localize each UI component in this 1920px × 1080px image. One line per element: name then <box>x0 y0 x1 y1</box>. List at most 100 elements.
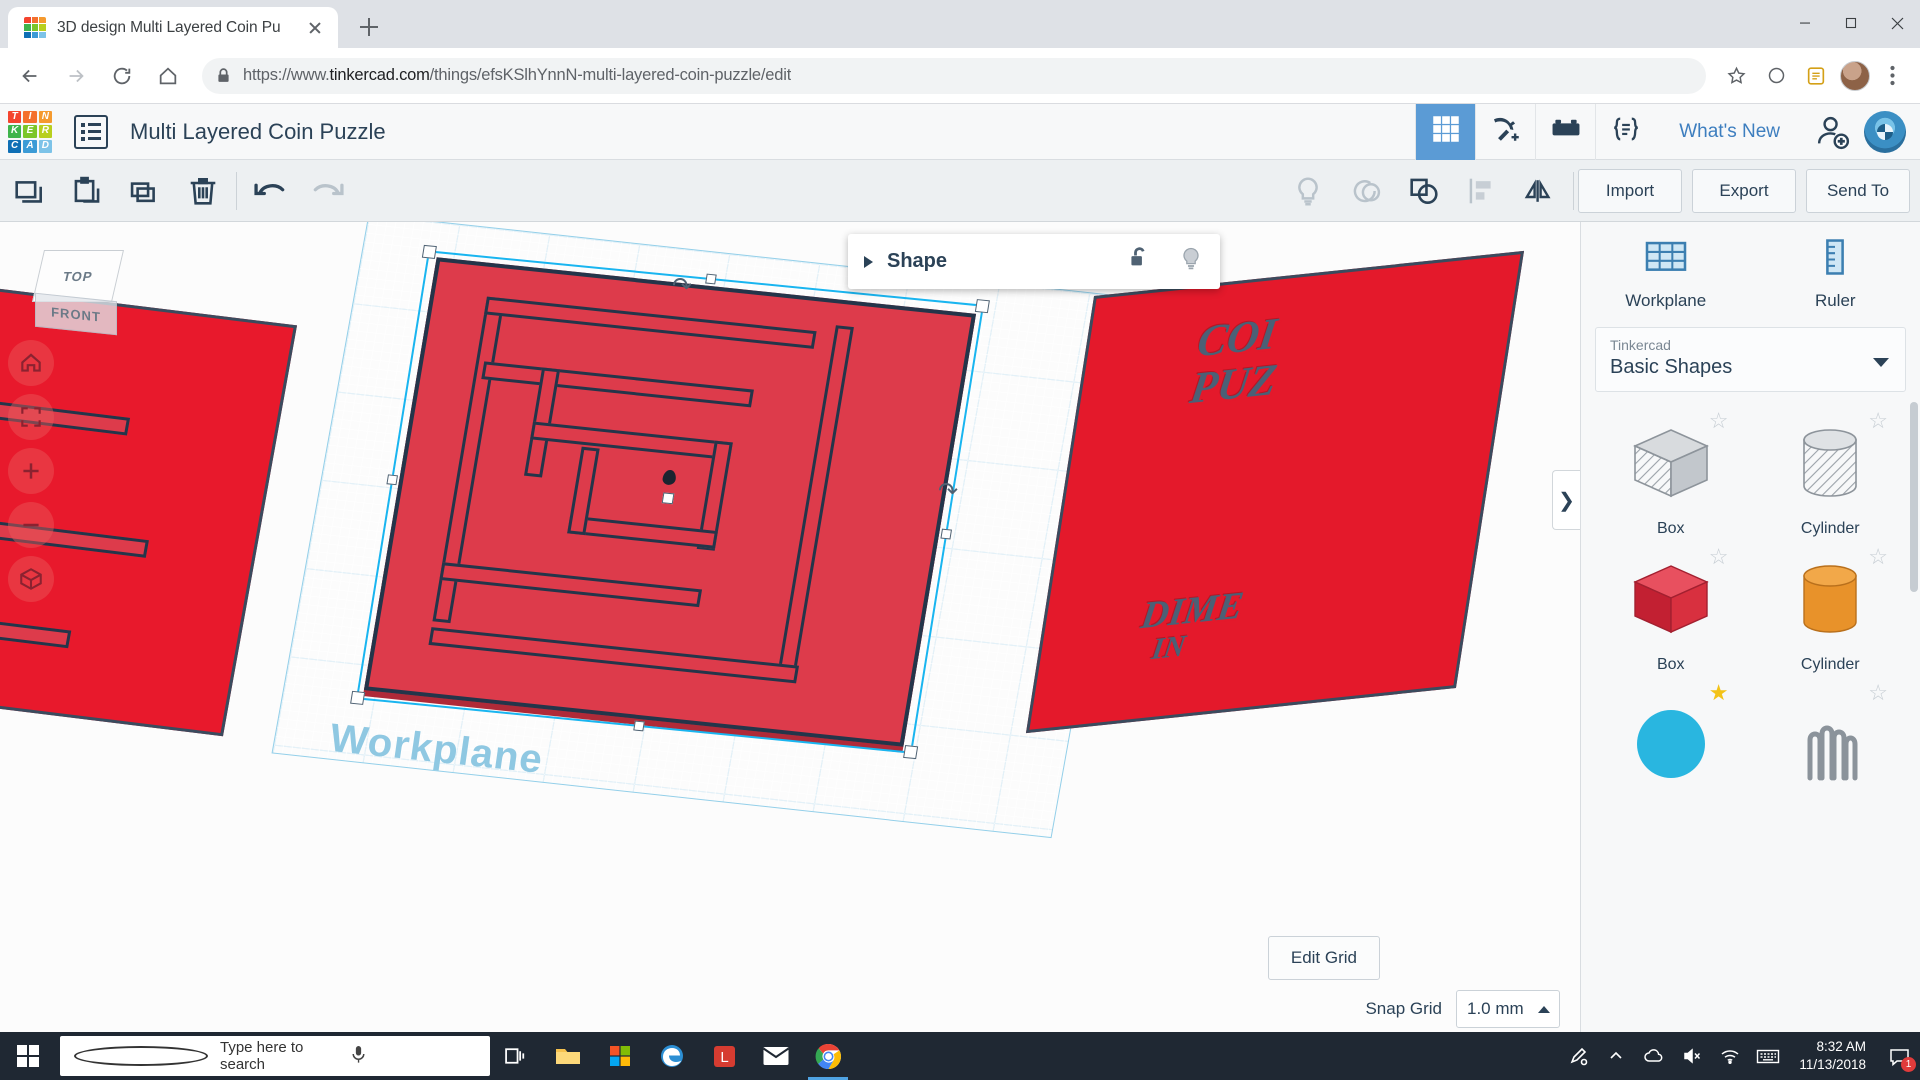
wifi-icon[interactable] <box>1711 1032 1749 1080</box>
task-view-button[interactable] <box>490 1032 542 1080</box>
canvas-3d-view[interactable]: Workplane COI PUZ DIME IN ↷ ↷ TOP FRONT … <box>0 222 1580 1032</box>
resize-handle-right[interactable] <box>940 528 952 540</box>
redo-button[interactable] <box>299 160 357 222</box>
duplicate-button[interactable] <box>116 160 174 222</box>
reload-icon[interactable] <box>102 56 142 96</box>
resize-handle-tl[interactable] <box>421 244 437 259</box>
triangle-right-icon[interactable] <box>864 255 873 268</box>
send-to-button[interactable]: Send To <box>1806 168 1910 213</box>
back-arrow-icon[interactable] <box>10 56 50 96</box>
mode-code-button[interactable] <box>1595 103 1655 160</box>
sidebar-scrollbar[interactable] <box>1910 402 1918 592</box>
home-icon[interactable] <box>148 56 188 96</box>
resize-handle-br[interactable] <box>903 745 919 760</box>
logo-tile: R <box>38 125 52 138</box>
mode-codeblocks-button[interactable] <box>1475 103 1535 160</box>
microsoft-store-button[interactable] <box>594 1032 646 1080</box>
user-avatar[interactable] <box>1864 110 1906 153</box>
person-add-icon[interactable] <box>1804 104 1860 160</box>
microphone-icon[interactable] <box>350 1045 480 1068</box>
export-button[interactable]: Export <box>1692 168 1796 213</box>
zoom-out-button[interactable] <box>8 502 54 548</box>
chevron-up-icon[interactable] <box>1597 1032 1635 1080</box>
rotate-handle-top-icon[interactable]: ↷ <box>672 272 692 301</box>
workplane-grid-icon <box>1644 238 1688 281</box>
height-handle-square[interactable] <box>661 492 675 505</box>
profile-avatar[interactable] <box>1840 60 1870 91</box>
shapes-sidebar: Workplane Ruler Tinkercad Basic Shapes ☆ <box>1580 222 1920 1032</box>
window-minimize-button[interactable] <box>1782 0 1828 46</box>
ungroup-button[interactable] <box>1337 160 1395 222</box>
shape-item-cylinder-orange[interactable]: ☆ Cylinder <box>1751 542 1911 674</box>
shape-plate-right[interactable]: COI PUZ DIME IN <box>1025 250 1525 734</box>
group-button[interactable] <box>1395 160 1453 222</box>
fit-view-button[interactable] <box>8 394 54 440</box>
new-tab-button[interactable] <box>352 10 386 44</box>
resize-handle-tr[interactable] <box>974 299 990 314</box>
mode-bricks-button[interactable] <box>1535 103 1595 160</box>
height-handle-cone[interactable] <box>661 469 677 486</box>
shape-item-box-red[interactable]: ☆ Box <box>1591 542 1751 674</box>
mode-grid-button[interactable] <box>1415 103 1476 160</box>
taskbar-search[interactable]: Type here to search <box>60 1036 490 1076</box>
browser-tab[interactable]: 3D design Multi Layered Coin Pu <box>8 7 338 48</box>
forward-arrow-icon[interactable] <box>56 56 96 96</box>
menu-dots-icon[interactable] <box>1874 58 1910 94</box>
cloud-icon[interactable] <box>1635 1032 1673 1080</box>
mirror-button[interactable] <box>1511 160 1569 222</box>
keyboard-icon[interactable] <box>1749 1032 1787 1080</box>
chrome-button[interactable] <box>802 1032 854 1080</box>
resize-handle-top[interactable] <box>705 273 717 285</box>
align-button[interactable] <box>1453 160 1511 222</box>
tab-close-icon[interactable] <box>302 15 328 41</box>
shape-item-cylinder-gray[interactable]: ☆ Cylinder <box>1751 406 1911 538</box>
bookmark-star-icon[interactable] <box>1718 58 1754 94</box>
snap-grid-value: 1.0 mm <box>1467 999 1524 1018</box>
resize-handle-left[interactable] <box>386 474 398 486</box>
lightbulb-icon[interactable] <box>1178 245 1204 278</box>
unlock-icon[interactable] <box>1126 245 1152 278</box>
tinkercad-logo[interactable]: T I N K E R C A D <box>8 110 52 153</box>
shield-extension-icon[interactable] <box>1798 58 1834 94</box>
view-cube-front-face[interactable]: FRONT <box>35 292 117 336</box>
zoom-in-button[interactable] <box>8 448 54 494</box>
whats-new-link[interactable]: What's New <box>1655 121 1804 143</box>
copy-button[interactable] <box>0 160 58 222</box>
perspective-toggle-button[interactable] <box>8 556 54 602</box>
panel-toggle-button[interactable]: ❯ <box>1552 470 1580 530</box>
sidebar-tool-workplane[interactable]: Workplane <box>1581 238 1751 311</box>
import-button[interactable]: Import <box>1578 168 1682 213</box>
undo-button[interactable] <box>241 160 299 222</box>
shape-library-select[interactable]: Tinkercad Basic Shapes <box>1595 327 1906 392</box>
resize-handle-bottom[interactable] <box>633 720 645 732</box>
file-explorer-button[interactable] <box>542 1032 594 1080</box>
home-view-button[interactable] <box>8 340 54 386</box>
resize-handle-bl[interactable] <box>350 690 366 705</box>
sidebar-tool-ruler[interactable]: Ruler <box>1751 238 1920 311</box>
taskbar-clock[interactable]: 8:32 AM 11/13/2018 <box>1787 1038 1878 1074</box>
hamburger-list-icon[interactable] <box>74 114 108 149</box>
window-maximize-button[interactable] <box>1828 0 1874 46</box>
speaker-mute-icon[interactable] <box>1673 1032 1711 1080</box>
shape-item-box-gray[interactable]: ☆ Box <box>1591 406 1751 538</box>
snap-grid-select[interactable]: 1.0 mm <box>1456 990 1560 1028</box>
pen-icon[interactable] <box>1559 1032 1597 1080</box>
delete-button[interactable] <box>174 160 232 222</box>
shape-item-sphere-blue[interactable]: ★ <box>1591 678 1751 792</box>
shape-item-scribble[interactable]: ☆ <box>1751 678 1911 792</box>
notification-center-button[interactable]: 1 <box>1878 1032 1920 1080</box>
edge-button[interactable] <box>646 1032 698 1080</box>
start-button[interactable] <box>0 1032 56 1080</box>
edit-grid-button[interactable]: Edit Grid <box>1267 936 1380 980</box>
extension-circle-icon[interactable] <box>1758 58 1794 94</box>
window-close-button[interactable] <box>1874 0 1920 46</box>
browser-toolbar: https://www.tinkercad.com/things/efsKSlh… <box>0 48 1920 104</box>
rotate-handle-right-icon[interactable]: ↷ <box>938 477 958 506</box>
mail-button[interactable] <box>750 1032 802 1080</box>
hide-button[interactable] <box>1279 160 1337 222</box>
lastpass-button[interactable]: L <box>698 1032 750 1080</box>
address-bar[interactable]: https://www.tinkercad.com/things/efsKSlh… <box>202 57 1706 94</box>
paste-button[interactable] <box>58 160 116 222</box>
search-circle-icon <box>74 1046 208 1066</box>
view-cube[interactable]: TOP FRONT <box>31 250 125 336</box>
